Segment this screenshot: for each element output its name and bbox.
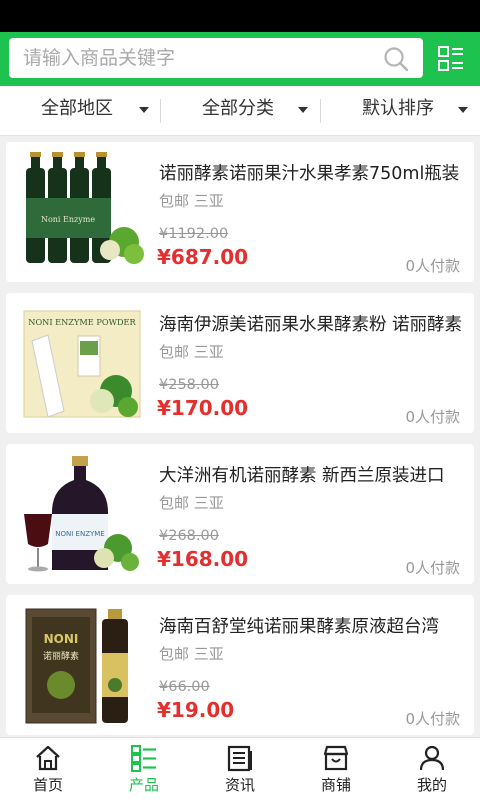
- search-box[interactable]: [9, 38, 423, 78]
- tab-products[interactable]: 产品: [96, 738, 192, 800]
- tab-me-label: 我的: [416, 776, 447, 794]
- product-box-text: NONI ENZYME POWDER: [28, 317, 136, 327]
- shipping-label: 包邮: [159, 192, 190, 210]
- sales-count: 0人付款: [405, 559, 460, 577]
- sales-count: 0人付款: [405, 408, 460, 426]
- filter-region[interactable]: 全部地区: [41, 86, 149, 136]
- status-bar: [0, 0, 480, 32]
- current-price: ¥170.00: [157, 396, 249, 420]
- product-image: NONI ENZYME: [18, 452, 144, 576]
- sales-count: 0人付款: [405, 710, 460, 728]
- original-price: ¥1192.00: [159, 226, 229, 242]
- caret-down-icon: [458, 107, 468, 113]
- divider: [320, 99, 321, 123]
- location-label: 三亚: [193, 192, 224, 210]
- product-card[interactable]: NONI ENZYME 大洋洲有机诺丽酵素 新西兰原装进口 包邮 三亚 ¥268…: [6, 444, 474, 584]
- product-card[interactable]: Noni Enzyme 诺丽酵素诺丽果汁水果孝素750ml瓶装 包邮 三亚 ¥1…: [6, 142, 474, 282]
- tab-products-label: 产品: [128, 776, 159, 794]
- product-label-text: Noni Enzyme: [41, 215, 95, 224]
- product-shipping-location: 包邮 三亚: [159, 341, 224, 362]
- news-icon: [227, 745, 252, 772]
- original-price: ¥268.00: [159, 528, 219, 544]
- tab-shop[interactable]: 商铺: [288, 738, 384, 800]
- header-bar: [0, 32, 480, 86]
- product-card[interactable]: NONI 诺丽酵素 海南百舒堂纯诺丽果酵素原液超台湾 包邮 三亚 ¥66.00 …: [6, 595, 474, 735]
- filter-sort[interactable]: 默认排序: [362, 86, 468, 136]
- product-box-text: NONI: [44, 632, 79, 646]
- product-title[interactable]: 大洋洲有机诺丽酵素 新西兰原装进口: [159, 462, 465, 487]
- tab-me[interactable]: 我的: [384, 738, 480, 800]
- location-label: 三亚: [193, 343, 224, 361]
- tab-shop-label: 商铺: [320, 776, 351, 794]
- location-label: 三亚: [193, 494, 224, 512]
- product-title[interactable]: 诺丽酵素诺丽果汁水果孝素750ml瓶装: [159, 160, 465, 185]
- product-card[interactable]: NONI ENZYME POWDER 海南伊源美诺丽果水果酵素粉 诺丽酵素 包邮…: [6, 293, 474, 433]
- filter-category[interactable]: 全部分类: [202, 86, 308, 136]
- shop-icon: [323, 745, 349, 771]
- product-label-text: NONI ENZYME: [55, 530, 104, 538]
- product-shipping-location: 包邮 三亚: [159, 643, 224, 664]
- tab-news[interactable]: 资讯: [192, 738, 288, 800]
- product-image: Noni Enzyme: [18, 150, 144, 274]
- product-image: NONI 诺丽酵素: [18, 603, 144, 727]
- product-image: NONI ENZYME POWDER: [18, 301, 144, 425]
- filter-category-label: 全部分类: [202, 98, 274, 119]
- user-icon: [419, 745, 445, 771]
- shipping-label: 包邮: [159, 343, 190, 361]
- product-title[interactable]: 海南伊源美诺丽果水果酵素粉 诺丽酵素: [159, 311, 465, 336]
- caret-down-icon: [139, 107, 149, 113]
- search-icon[interactable]: [383, 46, 409, 72]
- tab-news-label: 资讯: [224, 776, 255, 794]
- product-box-text-cn: 诺丽酵素: [43, 650, 79, 662]
- tab-home-label: 首页: [32, 776, 63, 794]
- shipping-label: 包邮: [159, 645, 190, 663]
- location-label: 三亚: [193, 645, 224, 663]
- current-price: ¥687.00: [157, 245, 249, 269]
- caret-down-icon: [298, 107, 308, 113]
- filter-region-label: 全部地区: [41, 98, 113, 119]
- bottom-tab-bar: 首页 产品 资讯 商铺 我的: [0, 737, 480, 800]
- category-grid-icon[interactable]: [437, 45, 465, 73]
- divider: [160, 99, 161, 123]
- product-title[interactable]: 海南百舒堂纯诺丽果酵素原液超台湾: [159, 613, 465, 638]
- sales-count: 0人付款: [405, 257, 460, 275]
- original-price: ¥258.00: [159, 377, 219, 393]
- tab-home[interactable]: 首页: [0, 738, 96, 800]
- search-input[interactable]: [9, 38, 369, 78]
- list-icon: [131, 745, 156, 772]
- original-price: ¥66.00: [159, 679, 210, 695]
- filter-bar: 全部地区 全部分类 默认排序: [0, 86, 480, 136]
- home-icon: [36, 745, 60, 771]
- current-price: ¥168.00: [157, 547, 249, 571]
- shipping-label: 包邮: [159, 494, 190, 512]
- filter-sort-label: 默认排序: [362, 98, 434, 119]
- product-shipping-location: 包邮 三亚: [159, 190, 224, 211]
- current-price: ¥19.00: [157, 698, 235, 722]
- product-shipping-location: 包邮 三亚: [159, 492, 224, 513]
